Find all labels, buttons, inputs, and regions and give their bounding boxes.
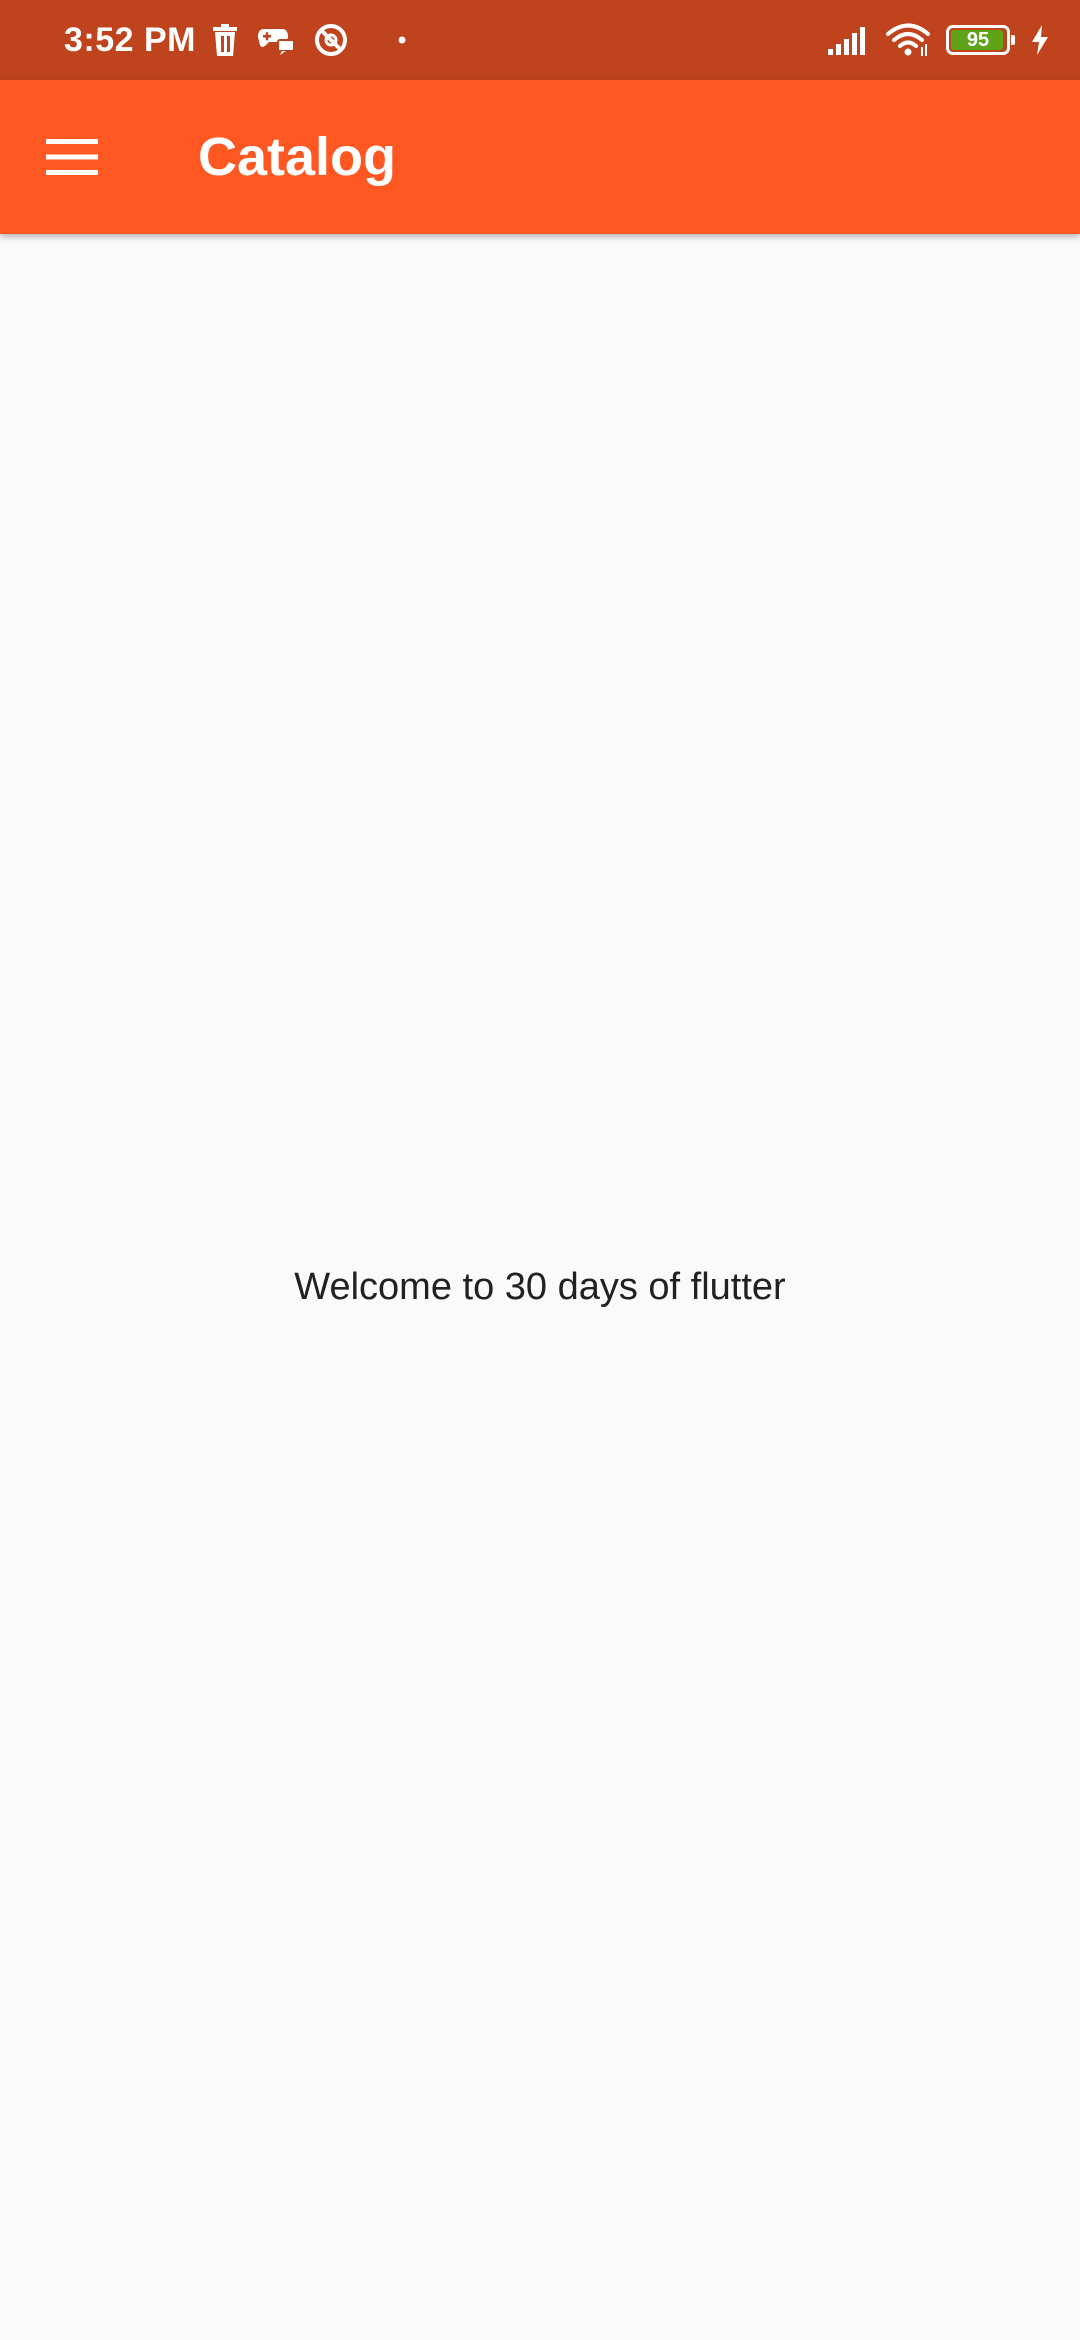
app-screen: 3:52 PM 95 Catalog Welcome to 30 days of…	[0, 0, 1080, 2340]
blocked-circle-icon	[314, 23, 348, 57]
app-bar: Catalog	[0, 80, 1080, 234]
welcome-message: Welcome to 30 days of flutter	[294, 1265, 786, 1308]
battery-icon: 95	[946, 25, 1015, 55]
page-title: Catalog	[198, 127, 397, 187]
trash-icon	[210, 23, 240, 57]
hamburger-menu-icon	[46, 139, 98, 175]
status-time: 3:52 PM	[64, 21, 196, 59]
game-controller-chat-icon	[258, 25, 296, 55]
dot-icon	[398, 36, 406, 44]
status-bar: 3:52 PM 95	[0, 0, 1080, 80]
status-system-icons: 95	[828, 0, 1050, 80]
wifi-icon	[886, 23, 930, 57]
status-notification-icons	[210, 0, 406, 80]
battery-level: 95	[966, 29, 990, 51]
signal-icon	[828, 25, 870, 55]
charging-bolt-icon	[1030, 25, 1050, 55]
main-content: Welcome to 30 days of flutter	[0, 234, 1080, 2340]
menu-button[interactable]	[28, 113, 116, 201]
